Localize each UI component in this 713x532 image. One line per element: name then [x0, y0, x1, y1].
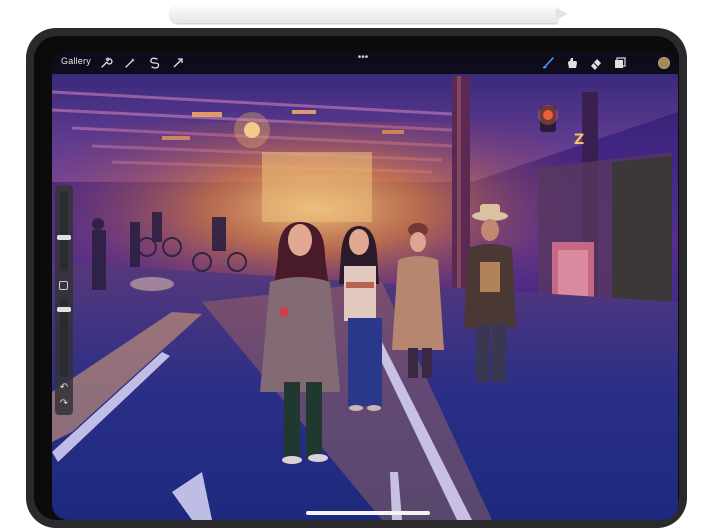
layers-icon[interactable]: [612, 55, 628, 71]
more-options-icon[interactable]: •••: [351, 53, 375, 63]
brush-icon[interactable]: [540, 55, 556, 71]
selection-icon[interactable]: [146, 55, 162, 71]
smudge-icon[interactable]: [564, 55, 580, 71]
transform-arrow-icon[interactable]: [170, 55, 186, 71]
undo-button[interactable]: ↶: [57, 381, 71, 395]
eraser-icon[interactable]: [588, 55, 604, 71]
procreate-screen: Z Gallery ••• ↶ ↷: [52, 52, 678, 520]
gallery-button[interactable]: Gallery: [61, 56, 91, 66]
top-toolbar: Gallery •••: [52, 52, 678, 74]
magic-wand-icon[interactable]: [122, 55, 138, 71]
opacity-thumb[interactable]: [57, 307, 71, 312]
ipad-bezel: Z Gallery ••• ↶ ↷: [34, 36, 679, 520]
brush-size-slider[interactable]: [57, 191, 71, 271]
canvas-artwork[interactable]: Z: [52, 52, 678, 520]
opacity-slider[interactable]: [57, 297, 71, 377]
wrench-icon[interactable]: [98, 55, 114, 71]
left-sidebar: ↶ ↷: [55, 185, 73, 415]
apple-pencil-tip: [556, 8, 568, 20]
color-picker-swatch[interactable]: [658, 57, 670, 69]
redo-button[interactable]: ↷: [57, 397, 71, 411]
brush-size-thumb[interactable]: [57, 235, 71, 240]
modify-button[interactable]: [59, 281, 68, 290]
home-indicator[interactable]: [306, 511, 430, 515]
ipad-frame: Z Gallery ••• ↶ ↷: [26, 28, 687, 528]
apple-pencil: [170, 6, 558, 23]
